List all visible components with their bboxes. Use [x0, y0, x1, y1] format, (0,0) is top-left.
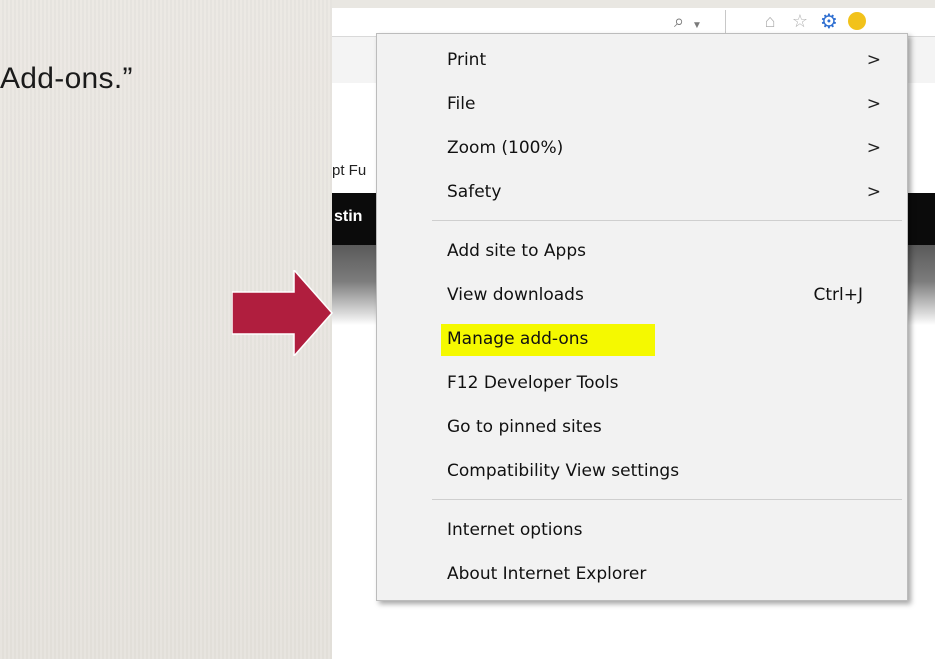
menu-item-f12-developer-tools[interactable]: F12 Developer Tools [377, 365, 907, 405]
home-icon[interactable]: ⌂ [760, 10, 780, 32]
menu-item-add-site-to-apps[interactable]: Add site to Apps [377, 233, 907, 273]
chevron-right-icon: > [866, 50, 881, 70]
menu-item-about-internet-explorer[interactable]: About Internet Explorer [377, 556, 907, 596]
shortcut-text: Ctrl+J [813, 285, 863, 305]
slide-caption: Add-ons.” [0, 62, 133, 95]
menu-separator [432, 499, 902, 500]
chevron-right-icon: > [866, 138, 881, 158]
search-icon[interactable]: ⌕ [668, 10, 690, 32]
pointer-arrow [232, 270, 334, 356]
menu-item-safety[interactable]: Safety > [377, 174, 907, 214]
menu-item-internet-options[interactable]: Internet options [377, 512, 907, 552]
banner-text-partial: stin [334, 208, 363, 225]
menu-item-compatibility-view-settings[interactable]: Compatibility View settings [377, 453, 907, 493]
menu-item-file[interactable]: File > [377, 86, 907, 126]
toolbar-divider [725, 10, 726, 34]
tools-context-menu: Print > File > Zoom (100%) > Safety > Ad… [376, 33, 908, 601]
feedback-smiley-icon[interactable] [846, 10, 868, 32]
favorites-item-partial[interactable]: pt Fu [332, 162, 366, 179]
chevron-right-icon: > [866, 182, 881, 202]
menu-separator [432, 220, 902, 221]
menu-item-manage-add-ons[interactable]: Manage add-ons [377, 321, 907, 361]
menu-item-print[interactable]: Print > [377, 42, 907, 82]
menu-item-view-downloads[interactable]: View downloads Ctrl+J [377, 277, 907, 317]
menu-item-zoom[interactable]: Zoom (100%) > [377, 130, 907, 170]
chevron-right-icon: > [866, 94, 881, 114]
tools-gear-icon[interactable]: ⚙ [818, 10, 840, 33]
menu-item-go-to-pinned-sites[interactable]: Go to pinned sites [377, 409, 907, 449]
favorites-star-icon[interactable]: ☆ [790, 10, 810, 32]
